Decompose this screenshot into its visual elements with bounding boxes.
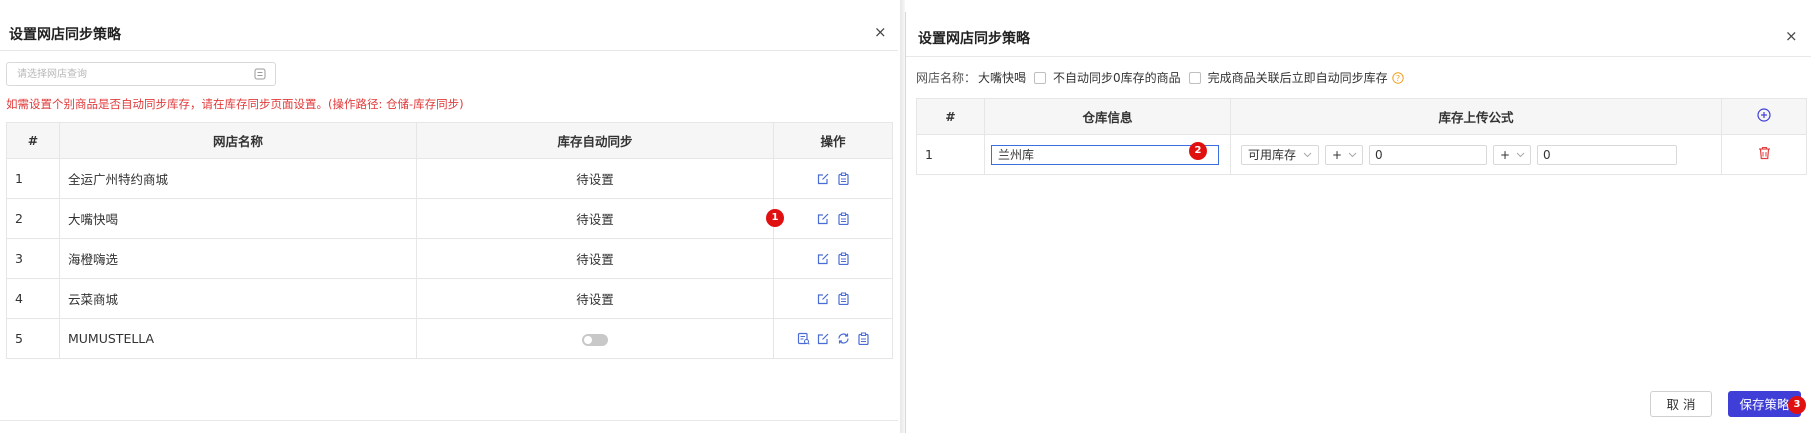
right-title-divider — [906, 56, 1811, 57]
edit-icon[interactable] — [817, 292, 830, 305]
store-table-header: # 网店名称 库存自动同步 操作 — [6, 122, 893, 159]
row-sync-status: 待设置 — [416, 158, 774, 199]
col-warehouse-header: 仓库信息 — [984, 98, 1231, 135]
edit-icon[interactable] — [817, 212, 830, 225]
clipboard-icon[interactable] — [837, 212, 850, 225]
col-index-header: # — [6, 122, 60, 159]
row-store-name: MUMUSTELLA — [59, 318, 417, 359]
warehouse-input[interactable] — [991, 144, 1219, 165]
table-row: 3 海橙嗨选 待设置 — [6, 238, 893, 279]
row-store-name: 全运广州特约商城 — [59, 158, 417, 199]
store-info-row: 网店名称： 大嘴快喝 不自动同步0库存的商品 完成商品关联后立即自动同步库存 ? — [916, 69, 1404, 86]
left-dialog-close-icon[interactable]: × — [874, 25, 887, 40]
operator-select-2[interactable]: + — [1493, 144, 1531, 165]
auto-sync-toggle[interactable] — [582, 333, 608, 346]
clipboard-icon[interactable] — [857, 332, 870, 345]
add-row-icon[interactable] — [1757, 108, 1771, 122]
row-sync-status: 待设置 — [416, 278, 774, 319]
auto-sync-after-link-label: 完成商品关联后立即自动同步库存 — [1207, 71, 1388, 85]
store-search-select[interactable] — [6, 62, 276, 86]
row-store-name: 大嘴快喝 — [59, 198, 417, 239]
step-badge-2: 2 — [1189, 142, 1207, 160]
row-actions — [774, 252, 892, 265]
warehouse-table-header: # 仓库信息 库存上传公式 — [916, 98, 1807, 135]
table-row: 5 MUMUSTELLA — [6, 318, 893, 359]
clipboard-icon[interactable] — [837, 252, 850, 265]
formula-value-input-1[interactable] — [1369, 144, 1487, 165]
row-actions — [774, 212, 892, 225]
store-table: # 网店名称 库存自动同步 操作 1 全运广州特约商城 待设置 2 大嘴快喝 待… — [6, 122, 893, 359]
col-auto-sync-header: 库存自动同步 — [416, 122, 774, 159]
row-index: 4 — [6, 278, 60, 319]
chevron-down-icon — [1348, 152, 1357, 158]
stock-formula: 可用库存 + + — [1231, 144, 1721, 165]
delete-row-icon[interactable] — [1758, 146, 1771, 160]
row-index: 1 — [916, 134, 985, 175]
row-sync-cell — [416, 318, 774, 359]
formula-value-input-2[interactable] — [1537, 144, 1677, 165]
store-name-label: 网店名称： — [916, 71, 977, 85]
table-row: 1 全运广州特约商城 待设置 — [6, 158, 893, 199]
step-badge-1: 1 — [766, 209, 784, 227]
help-icon[interactable]: ? — [1391, 71, 1404, 84]
edit-icon[interactable] — [817, 252, 830, 265]
table-row: 2 大嘴快喝 待设置 — [6, 198, 893, 239]
table-row: 4 云菜商城 待设置 — [6, 278, 893, 319]
view-log-icon[interactable] — [797, 332, 810, 345]
svg-text:?: ? — [1396, 74, 1400, 83]
left-dialog: 设置网店同步策略 × 如需设置个别商品是否自动同步库存，请在库存同步页面设置。(… — [0, 0, 898, 433]
chevron-down-icon — [1516, 152, 1525, 158]
step-badge-3: 3 — [1788, 396, 1806, 414]
row-index: 1 — [6, 158, 60, 199]
stock-type-select[interactable]: 可用库存 — [1241, 144, 1319, 165]
col-index-header: # — [916, 98, 985, 135]
stock-type-value: 可用库存 — [1248, 148, 1297, 162]
edit-icon[interactable] — [817, 172, 830, 185]
auto-sync-after-link-checkbox[interactable] — [1188, 71, 1201, 84]
right-dialog-close-icon[interactable]: × — [1785, 29, 1798, 44]
col-formula-header: 库存上传公式 — [1230, 98, 1722, 135]
row-index: 3 — [6, 238, 60, 279]
row-index: 5 — [6, 318, 60, 359]
chevron-down-icon — [1303, 152, 1312, 158]
left-dialog-title: 设置网店同步策略 — [9, 27, 121, 43]
refresh-icon[interactable] — [837, 332, 850, 345]
store-name-value: 大嘴快喝 — [978, 71, 1027, 85]
col-actions-header: 操作 — [773, 122, 893, 159]
operator-select-1[interactable]: + — [1325, 144, 1363, 165]
clipboard-icon[interactable] — [837, 172, 850, 185]
operator-value-2: + — [1500, 147, 1511, 162]
row-store-name: 云菜商城 — [59, 278, 417, 319]
right-dialog-title: 设置网店同步策略 — [918, 31, 1030, 47]
warehouse-formula-table: # 仓库信息 库存上传公式 1 可用库存 — [916, 98, 1807, 175]
edit-icon[interactable] — [817, 332, 830, 345]
col-add-header — [1721, 98, 1807, 135]
row-sync-status: 待设置 — [416, 198, 774, 239]
col-store-name-header: 网店名称 — [59, 122, 417, 159]
left-title-divider — [0, 50, 898, 51]
table-row: 1 可用库存 + — [916, 134, 1807, 175]
cancel-button[interactable]: 取 消 — [1650, 391, 1712, 417]
right-dialog: 设置网店同步策略 × 网店名称： 大嘴快喝 不自动同步0库存的商品 完成商品关联… — [906, 0, 1811, 433]
row-actions — [774, 332, 892, 345]
row-sync-status: 待设置 — [416, 238, 774, 279]
clipboard-icon[interactable] — [837, 292, 850, 305]
select-list-icon — [254, 68, 266, 80]
row-store-name: 海橙嗨选 — [59, 238, 417, 279]
row-actions — [774, 172, 892, 185]
sync-hint-text: 如需设置个别商品是否自动同步库存，请在库存同步页面设置。(操作路径: 仓储-库存… — [6, 97, 464, 111]
row-index: 2 — [6, 198, 60, 239]
operator-value-1: + — [1332, 147, 1343, 162]
row-actions — [774, 292, 892, 305]
skip-zero-stock-label: 不自动同步0库存的商品 — [1053, 71, 1181, 85]
left-footer-divider — [0, 420, 898, 421]
skip-zero-stock-checkbox[interactable] — [1034, 71, 1047, 84]
store-search-input[interactable] — [7, 63, 237, 85]
